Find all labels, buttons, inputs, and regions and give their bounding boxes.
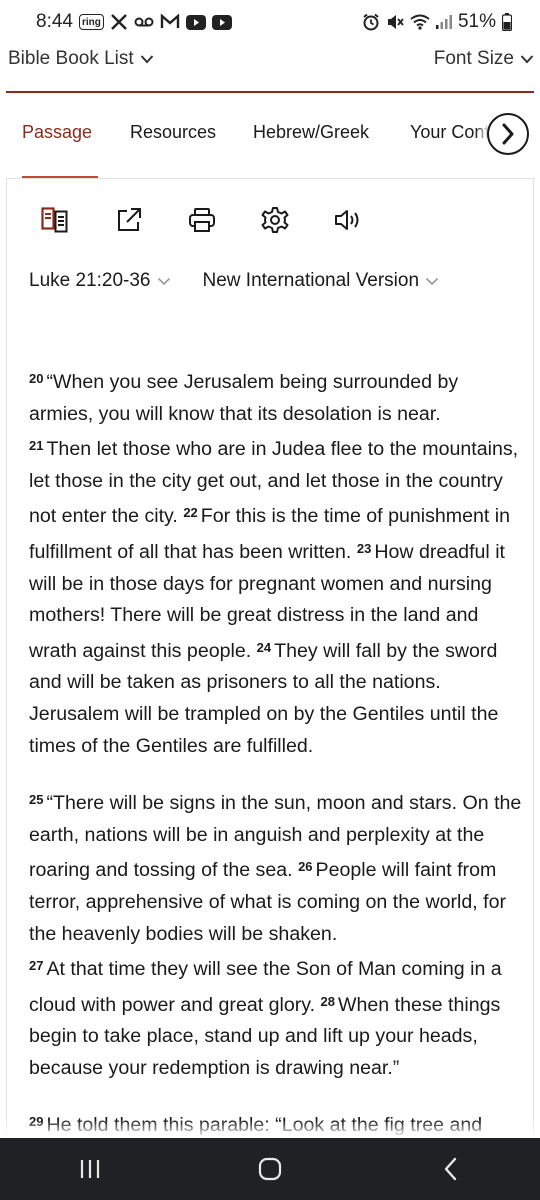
verse-number[interactable]: 25	[29, 792, 43, 807]
status-left: 8:44 ring	[36, 11, 232, 33]
print-button[interactable]	[187, 205, 217, 235]
passage-reference: Luke 21:20-36	[29, 270, 151, 291]
version-name: New International Version	[202, 270, 420, 291]
battery-icon	[502, 12, 512, 32]
paragraph: 25 “There will be signs in the sun, moon …	[29, 784, 524, 1084]
tab-passage[interactable]: Passage	[22, 122, 92, 143]
home-icon	[258, 1157, 282, 1181]
settings-icon	[261, 207, 289, 233]
system-nav-bar	[0, 1138, 540, 1200]
gmail-icon	[160, 12, 180, 32]
verse-number[interactable]: 27	[29, 958, 43, 973]
tab-bar: Passage Resources Hebrew/Greek Your Cont…	[0, 110, 540, 180]
parallel-view-button[interactable]	[40, 205, 70, 235]
alarm-icon	[362, 12, 380, 32]
passage-reference-dropdown[interactable]: Luke 21:20-36	[29, 270, 171, 292]
home-button[interactable]	[240, 1149, 300, 1189]
passage-selectors: Luke 21:20-36 New International Version	[29, 270, 439, 292]
verse-text: “When you see Jerusalem being surrounded…	[29, 371, 459, 425]
verse-number[interactable]: 23	[357, 541, 371, 556]
signal-icon	[435, 12, 452, 32]
verse-number[interactable]: 21	[29, 438, 43, 453]
scroll-fade	[0, 1120, 540, 1138]
settings-button[interactable]	[260, 205, 290, 235]
tab-your-content-label: Your Content	[410, 122, 490, 142]
bible-book-list-dropdown[interactable]: Bible Book List	[8, 48, 154, 70]
header-divider	[6, 91, 534, 93]
verse-number[interactable]: 20	[29, 371, 43, 386]
audio-icon	[335, 210, 359, 230]
chevron-down-icon	[520, 55, 534, 64]
wifi-icon	[410, 12, 430, 32]
back-icon	[444, 1157, 457, 1181]
chevron-right-icon	[502, 123, 514, 145]
chevron-down-icon	[425, 277, 439, 286]
chevron-down-icon	[157, 277, 170, 286]
recents-icon	[80, 1160, 100, 1178]
mute-icon	[386, 12, 404, 32]
clock: 8:44	[36, 11, 73, 32]
print-icon	[189, 208, 215, 232]
top-bar: Bible Book List Font Size	[0, 44, 540, 74]
youtube-icon	[185, 12, 206, 32]
tab-your-content[interactable]: Your Content	[410, 122, 490, 143]
youtube-icon-2	[211, 12, 232, 32]
ring-app-icon: ring	[78, 14, 104, 30]
font-size-dropdown[interactable]: Font Size	[434, 48, 534, 70]
tabs-next-button[interactable]	[487, 113, 529, 155]
tab-hebrew-greek[interactable]: Hebrew/Greek	[253, 122, 369, 143]
passage-toolbar	[0, 205, 540, 235]
battery-percent: 51%	[457, 11, 496, 32]
paragraph: 20 “When you see Jerusalem being surround…	[29, 363, 524, 762]
scripture-text: 20 “When you see Jerusalem being surround…	[29, 363, 524, 1164]
back-button[interactable]	[420, 1149, 480, 1189]
bible-book-list-label: Bible Book List	[8, 48, 134, 69]
voicemail-icon	[134, 12, 154, 32]
version-dropdown[interactable]: New International Version	[203, 270, 440, 292]
verse-number[interactable]: 24	[257, 640, 271, 655]
status-right: 51%	[362, 11, 512, 33]
recents-button[interactable]	[60, 1149, 120, 1189]
tab-resources[interactable]: Resources	[130, 122, 216, 143]
audio-button[interactable]	[333, 205, 363, 235]
verse-number[interactable]: 28	[321, 994, 335, 1009]
font-size-label: Font Size	[433, 48, 514, 69]
x-app-icon	[110, 12, 128, 32]
status-bar: 8:44 ring 51%	[0, 0, 540, 44]
chevron-down-icon	[140, 55, 153, 64]
share-button[interactable]	[114, 205, 144, 235]
verse-number[interactable]: 22	[183, 505, 197, 520]
share-icon	[118, 208, 141, 231]
verse-number[interactable]: 26	[298, 859, 312, 874]
parallel-icon	[41, 207, 68, 233]
